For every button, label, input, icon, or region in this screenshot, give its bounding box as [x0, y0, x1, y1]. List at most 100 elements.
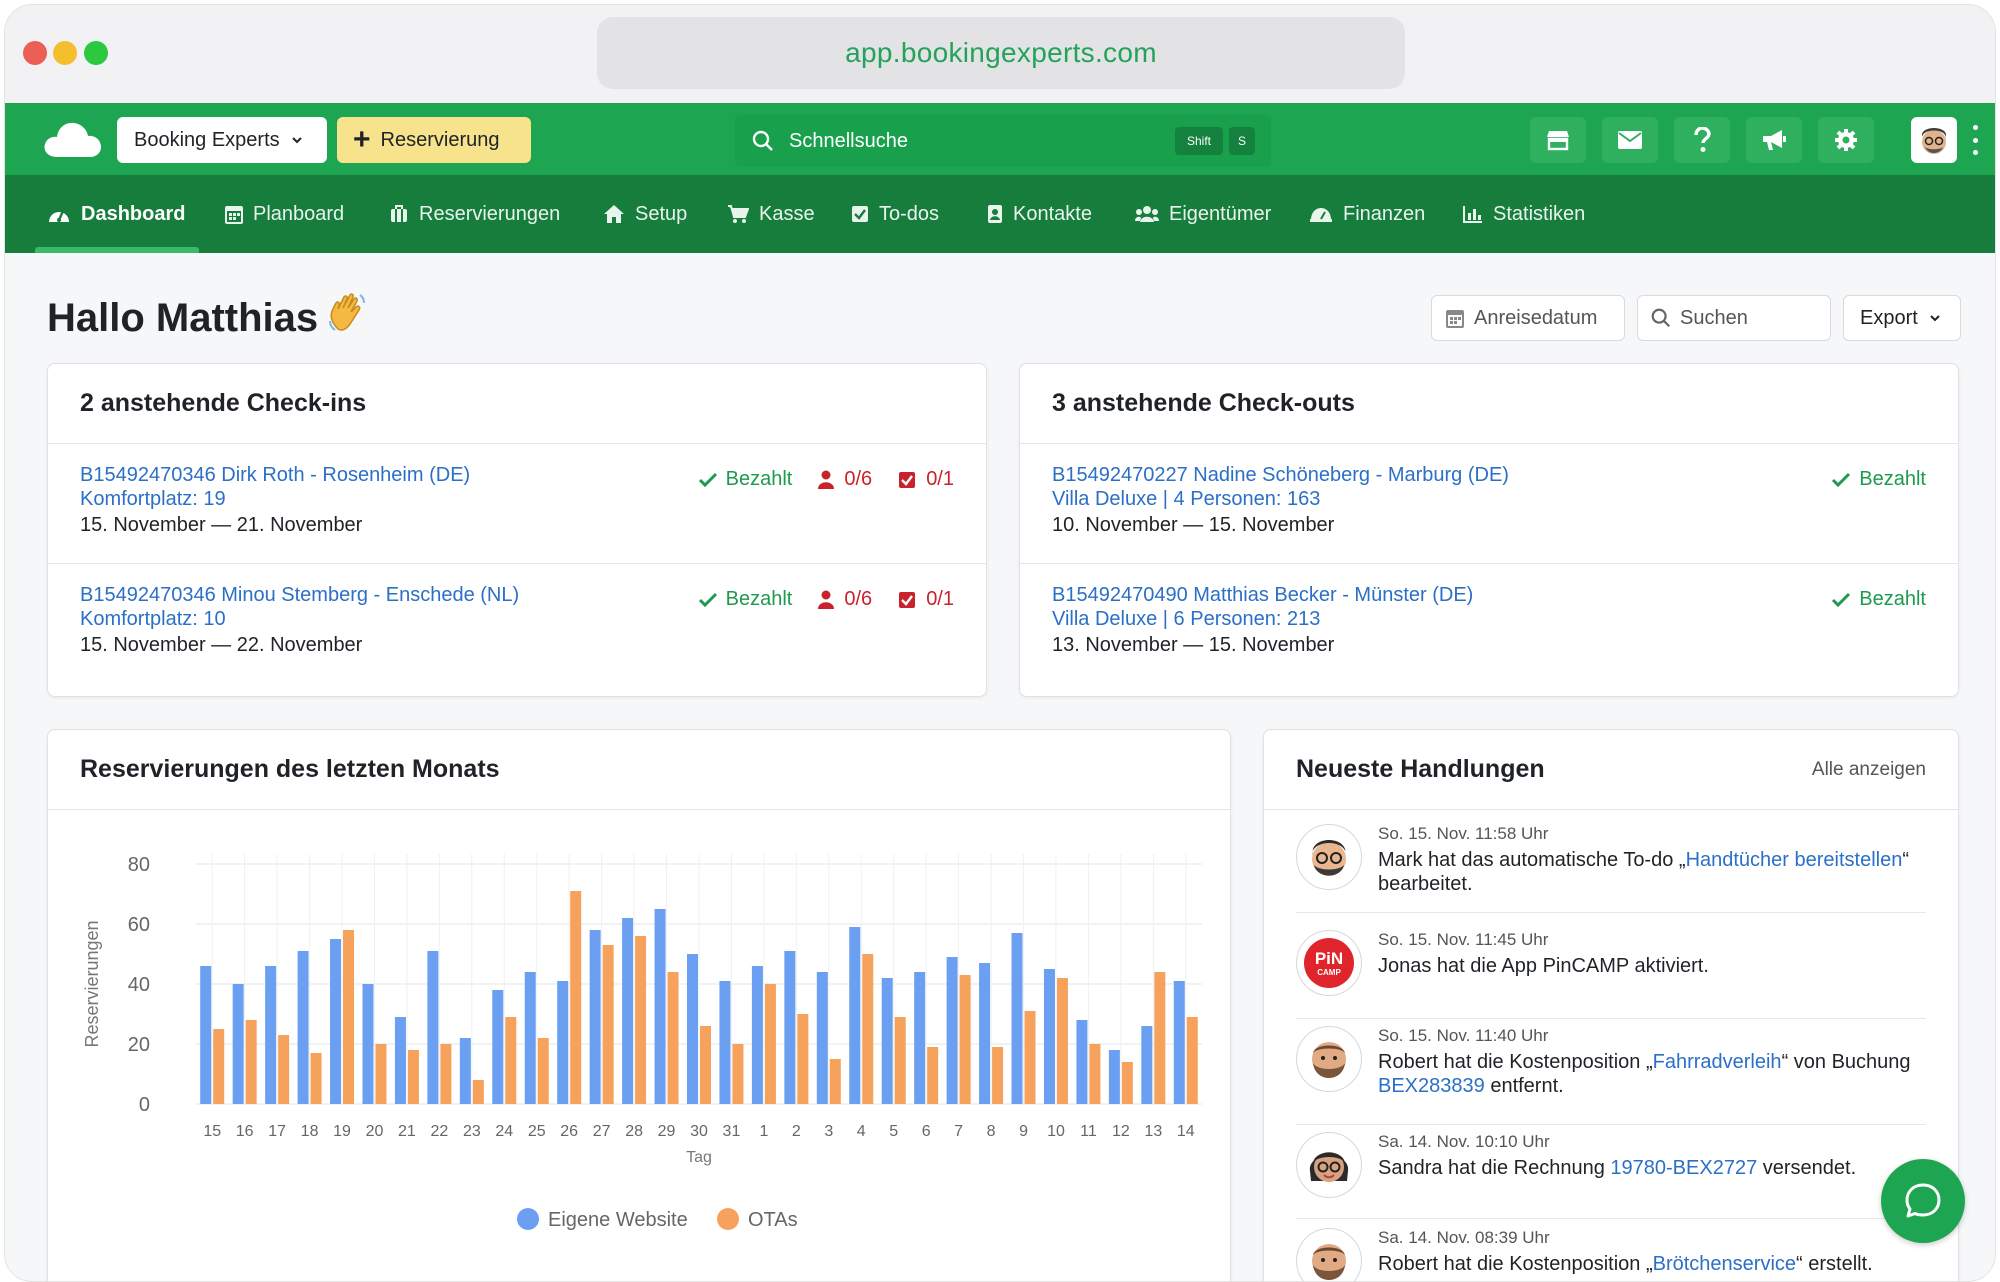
bar-eigene-website [881, 978, 893, 1104]
show-all-link[interactable]: Alle anzeigen [1812, 759, 1926, 781]
guests-count: 0/6 [818, 468, 872, 491]
nav-setup[interactable]: Setup [603, 175, 687, 253]
x-axis-label: Tag [686, 1149, 712, 1166]
checkout-unit[interactable]: Villa Deluxe | 6 Personen: 213 [1052, 608, 1320, 631]
new-reservation-label: Reservierung [380, 128, 500, 151]
store-button[interactable] [1530, 117, 1586, 163]
arrival-date-filter[interactable]: Anreisedatum [1431, 295, 1625, 341]
activity-link[interactable]: Brötchenservice [1653, 1253, 1796, 1275]
checkouts-title-text: 3 anstehende Check-outs [1052, 389, 1355, 417]
chat-button[interactable] [1881, 1159, 1965, 1243]
checkout-row[interactable]: B15492470227 Nadine Schöneberg - Marburg… [1020, 444, 1958, 564]
checkout-unit[interactable]: Villa Deluxe | 4 Personen: 163 [1052, 488, 1320, 511]
nav-kasse[interactable]: Kasse [727, 175, 815, 253]
activity-item: So. 15. Nov. 11:40 Uhr Robert hat die Ko… [1296, 1026, 1926, 1106]
megaphone-icon [1763, 130, 1786, 150]
cloud-logo-icon[interactable] [43, 119, 103, 159]
search-icon [752, 130, 773, 151]
divider [1296, 1124, 1926, 1125]
checkouts-title: 3 anstehende Check-outs [1020, 364, 1958, 444]
user-avatar-icon [1922, 128, 1946, 154]
check-icon [1832, 472, 1851, 487]
activity-text-part: Mark hat das automatische To-do „ [1378, 849, 1686, 871]
page-title: Hallo Matthias [47, 291, 370, 345]
nav-statistiken[interactable]: Statistiken [1463, 175, 1585, 253]
nav-reservierungen[interactable]: Reservierungen [389, 175, 560, 253]
todos-value: 0/1 [926, 468, 954, 490]
bar-eigene-website [946, 957, 958, 1104]
nav-kontakte[interactable]: Kontakte [987, 175, 1092, 253]
bar-eigene-website [459, 1038, 471, 1104]
bar-eigene-website [524, 972, 536, 1104]
nav-planboard[interactable]: Planboard [225, 175, 344, 253]
bar-eigene-website [330, 939, 342, 1104]
activity-link[interactable]: Fahrradverleih [1653, 1051, 1782, 1073]
x-tick-label: 15 [203, 1123, 221, 1140]
nav-dashboard[interactable]: Dashboard [47, 175, 185, 253]
bar-otas [700, 1026, 711, 1104]
dashboard-search-input[interactable]: Suchen [1637, 295, 1831, 341]
bar-eigene-website [362, 984, 374, 1104]
address-bar[interactable]: app.bookingexperts.com [597, 17, 1405, 89]
activity-text-part: “ erstellt. [1796, 1253, 1873, 1275]
new-reservation-button[interactable]: + Reservierung [337, 117, 531, 163]
x-tick-label: 24 [495, 1123, 513, 1140]
activity-link[interactable]: BEX283839 [1378, 1075, 1485, 1097]
bar-eigene-website [622, 918, 634, 1104]
announcements-button[interactable] [1746, 117, 1802, 163]
checkout-row[interactable]: B15492470490 Matthias Becker - Münster (… [1020, 564, 1958, 684]
checkin-unit[interactable]: Komfortplatz: 10 [80, 608, 226, 631]
bar-eigene-website [979, 963, 991, 1104]
quick-search-input[interactable]: Schnellsuche Shift S [735, 115, 1271, 167]
user-avatar-button[interactable] [1911, 117, 1957, 163]
divider [1296, 1218, 1926, 1219]
account-switcher-button[interactable]: Booking Experts [117, 117, 327, 163]
minimize-window-button[interactable] [53, 41, 77, 65]
maximize-window-button[interactable] [84, 41, 108, 65]
help-button[interactable] [1674, 117, 1730, 163]
activity-link[interactable]: Handtücher bereitstellen [1686, 849, 1903, 871]
checkbox-icon [899, 471, 916, 488]
settings-button[interactable] [1818, 117, 1874, 163]
x-tick-label: 30 [690, 1123, 708, 1140]
nav-kasse-label: Kasse [759, 202, 815, 225]
nav-eigentuemer[interactable]: Eigentümer [1135, 175, 1271, 253]
checkout-booking-link[interactable]: B15492470490 Matthias Becker - Münster (… [1052, 584, 1473, 607]
mail-button[interactable] [1602, 117, 1658, 163]
checkin-status: Bezahlt 0/6 0/1 [698, 468, 954, 491]
bar-otas [959, 975, 971, 1104]
bar-eigene-website [687, 954, 698, 1104]
checkout-booking-link[interactable]: B15492470227 Nadine Schöneberg - Marburg… [1052, 464, 1509, 487]
legend-label: OTAs [748, 1209, 798, 1231]
pincamp-logo-subtext: CAMP [1317, 968, 1341, 977]
check-icon [698, 472, 717, 487]
checkin-row[interactable]: B15492470346 Dirk Roth - Rosenheim (DE) … [48, 444, 986, 564]
checkbox-icon [899, 591, 916, 608]
close-window-button[interactable] [23, 41, 47, 65]
bar-otas [635, 936, 647, 1104]
export-button[interactable]: Export [1843, 295, 1961, 341]
nav-finanzen[interactable]: Finanzen [1309, 175, 1425, 253]
activity-text: Sandra hat die Rechnung 19780-BEX2727 ve… [1378, 1156, 1938, 1180]
activity-link[interactable]: 19780-BEX2727 [1610, 1157, 1757, 1179]
checkin-unit[interactable]: Komfortplatz: 19 [80, 488, 226, 511]
browser-chrome: app.bookingexperts.com [5, 5, 1995, 103]
store-icon [1547, 131, 1569, 151]
nav-dashboard-label: Dashboard [81, 202, 186, 225]
bar-otas [1121, 1062, 1133, 1104]
checkin-booking-link[interactable]: B15492470346 Dirk Roth - Rosenheim (DE) [80, 464, 470, 487]
activity-title-text: Neueste Handlungen [1296, 755, 1545, 783]
bar-eigene-website [589, 930, 601, 1104]
x-tick-label: 3 [824, 1123, 833, 1140]
activity-text: Robert hat die Kostenposition „Fahrradve… [1378, 1050, 1938, 1098]
nav-planboard-label: Planboard [253, 202, 345, 225]
shortcut-s-key: S [1229, 127, 1255, 155]
plus-icon: + [353, 123, 371, 156]
chat-icon [1905, 1183, 1941, 1218]
nav-todos[interactable]: To-dos [851, 175, 939, 253]
x-tick-label: 18 [301, 1123, 319, 1140]
checkin-row[interactable]: B15492470346 Minou Stemberg - Enschede (… [48, 564, 986, 684]
users-icon [1135, 206, 1159, 222]
more-options-icon[interactable] [1971, 125, 1979, 155]
checkin-booking-link[interactable]: B15492470346 Minou Stemberg - Enschede (… [80, 584, 519, 607]
